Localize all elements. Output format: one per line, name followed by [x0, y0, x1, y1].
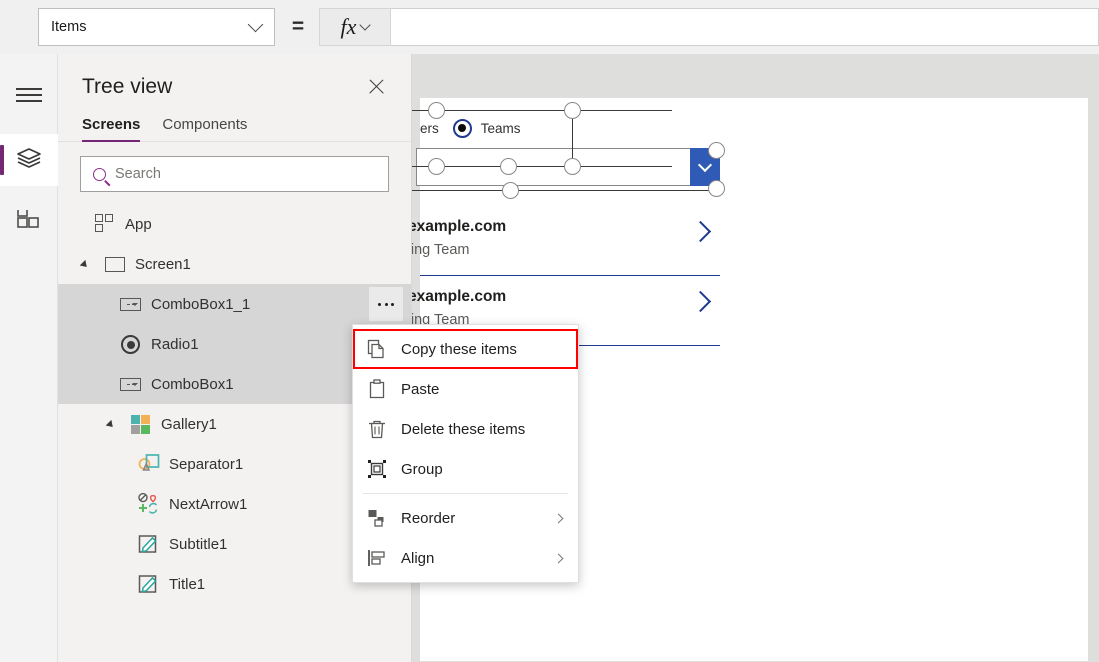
resize-handle[interactable]	[502, 182, 519, 199]
tree-view-button[interactable]	[0, 134, 58, 186]
resize-handle[interactable]	[500, 158, 517, 175]
menu-item-copy-these-items[interactable]: Copy these items	[353, 329, 578, 369]
formula-bar: Items = fx	[0, 0, 1099, 54]
tree-view-tabs: Screens Components	[58, 102, 411, 142]
tree-node-app[interactable]: App	[58, 204, 411, 244]
radio-selected-icon[interactable]	[452, 118, 472, 138]
combobox-icon	[120, 293, 142, 315]
gallery-icon	[130, 413, 152, 435]
gallery-item-title: example.com	[408, 218, 507, 235]
tree-node-label: Subtitle1	[169, 535, 228, 553]
panel-title: Tree view	[82, 75, 173, 98]
chevron-right-icon	[553, 513, 564, 523]
twisty-placeholder	[106, 377, 120, 391]
context-menu: Copy these items Paste Delete these item…	[352, 324, 579, 583]
gallery-item-title: example.com	[408, 288, 507, 305]
tree-node-label: ComboBox1	[151, 375, 234, 393]
tree-node-label: App	[125, 215, 152, 233]
equals-sign: =	[291, 15, 305, 38]
menu-item-group[interactable]: Group	[353, 449, 578, 489]
twisty-placeholder	[80, 217, 94, 231]
radio-option-clipped-label: ers	[420, 120, 439, 136]
menu-item-reorder[interactable]: Reorder	[353, 498, 578, 538]
radio-option-label: Teams	[480, 120, 521, 136]
tree-node-label: Gallery1	[161, 415, 217, 433]
copy-icon	[367, 339, 387, 359]
menu-item-align[interactable]: Align	[353, 538, 578, 578]
more-options-button[interactable]	[369, 287, 403, 321]
menu-item-label: Reorder	[401, 509, 456, 527]
combobox-icon	[120, 373, 142, 395]
resize-handle[interactable]	[428, 102, 445, 119]
chevron-right-icon	[553, 553, 564, 563]
property-select-value: Items	[51, 19, 87, 35]
next-arrow-icon[interactable]	[689, 290, 712, 313]
next-arrow-icon[interactable]	[689, 220, 712, 243]
group-icon	[367, 459, 387, 479]
property-select[interactable]: Items	[38, 8, 275, 46]
menu-item-label: Align	[401, 549, 435, 567]
twisty-placeholder	[106, 337, 120, 351]
tab-components[interactable]: Components	[162, 116, 247, 141]
left-rail	[0, 54, 58, 662]
power-apps-studio: Items = fx ers Teams example.com ering T…	[0, 0, 1099, 662]
separator-icon	[138, 453, 160, 475]
tree-node-label: Separator1	[169, 455, 244, 473]
align-icon	[367, 548, 387, 568]
menu-item-delete-these-items[interactable]: Delete these items	[353, 409, 578, 449]
label-icon	[138, 533, 160, 555]
resize-handle[interactable]	[708, 142, 725, 159]
selection-frame	[360, 190, 722, 191]
paste-icon	[367, 379, 387, 399]
menu-divider	[363, 493, 568, 494]
search-icon	[93, 167, 106, 181]
app-icon	[94, 213, 116, 235]
label-icon	[138, 573, 160, 595]
menu-item-label: Copy these items	[401, 340, 517, 358]
tree-node-label: NextArrow1	[169, 495, 248, 513]
tree-view-header: Tree view	[58, 54, 411, 102]
menu-button[interactable]	[0, 68, 58, 120]
search-input[interactable]: Search	[80, 156, 389, 192]
menu-item-label: Group	[401, 460, 443, 478]
fx-icon: fx	[340, 14, 357, 39]
tree-node-screen1[interactable]: Screen1	[58, 244, 411, 284]
chevron-down-icon	[359, 19, 372, 31]
chevron-expanded-icon[interactable]	[80, 257, 94, 271]
screen-icon	[104, 253, 126, 275]
chevron-down-icon	[247, 16, 264, 33]
tree-view-icon	[16, 146, 42, 175]
resize-handle[interactable]	[708, 180, 725, 197]
menu-icon	[16, 86, 42, 102]
menu-item-label: Delete these items	[401, 420, 526, 438]
resize-handle[interactable]	[564, 102, 581, 119]
insert-icon	[17, 205, 41, 239]
formula-input[interactable]	[391, 8, 1099, 46]
trash-icon	[367, 419, 387, 439]
chevron-expanded-icon[interactable]	[106, 417, 120, 431]
fx-button[interactable]: fx	[319, 8, 391, 46]
resize-handle[interactable]	[564, 158, 581, 175]
gallery-item[interactable]: example.com ering Team	[398, 206, 720, 276]
resize-handle[interactable]	[428, 158, 445, 175]
tab-screens[interactable]: Screens	[82, 116, 141, 142]
search-container: Search	[58, 142, 411, 192]
tree-node-label: Title1	[169, 575, 206, 593]
reorder-icon	[367, 508, 387, 528]
menu-item-paste[interactable]: Paste	[353, 369, 578, 409]
insert-button[interactable]	[0, 198, 58, 250]
radio-icon	[120, 333, 142, 355]
tree-node-label: ComboBox1_1	[151, 295, 251, 313]
twisty-placeholder	[106, 297, 120, 311]
close-icon[interactable]	[361, 72, 391, 102]
tree-node-combobox1-1[interactable]: ComboBox1_1	[58, 284, 411, 324]
search-placeholder: Search	[115, 166, 161, 182]
tree-node-label: Radio1	[151, 335, 199, 353]
tree-node-label: Screen1	[135, 255, 191, 273]
menu-item-label: Paste	[401, 380, 440, 398]
nextarrow-icon	[138, 492, 160, 515]
